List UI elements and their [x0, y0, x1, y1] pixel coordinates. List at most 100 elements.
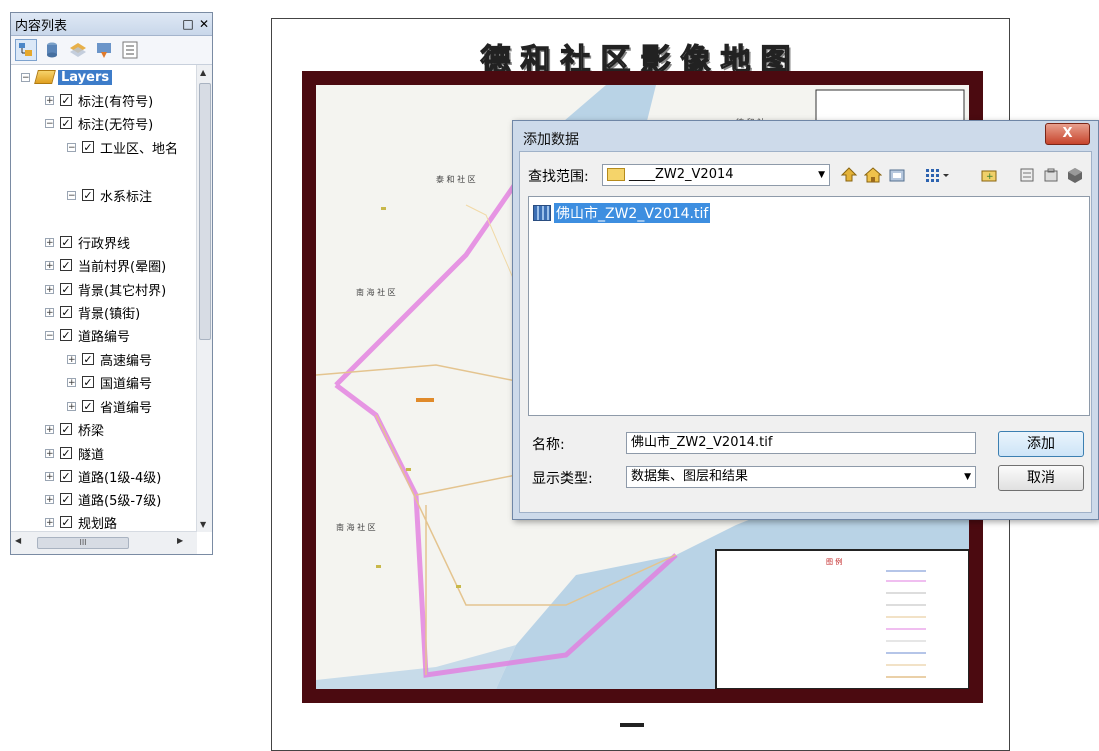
- tree-item[interactable]: + ✓ 隧道: [45, 443, 104, 463]
- toolbox-icon[interactable]: [1042, 166, 1060, 184]
- new-folder-icon[interactable]: +: [980, 166, 998, 184]
- scroll-down-icon[interactable]: ▼: [200, 520, 206, 529]
- expand-icon[interactable]: +: [45, 95, 54, 105]
- layer-label: 工业区、地名: [100, 141, 179, 157]
- layer-label: 标注(有符号): [78, 94, 154, 110]
- look-in-combo[interactable]: ____ZW2_V2014 ▼: [602, 164, 830, 186]
- show-of-type-label: 显示类型:: [532, 471, 593, 487]
- expand-icon[interactable]: +: [67, 401, 76, 411]
- layer-label: 水系标注: [100, 189, 153, 205]
- svg-text:+: +: [986, 172, 994, 182]
- visibility-checkbox[interactable]: ✓: [60, 423, 72, 435]
- connect-folder-icon[interactable]: [888, 166, 906, 184]
- visibility-checkbox[interactable]: ✓: [60, 516, 72, 528]
- tree-item[interactable]: + ✓ 桥梁: [45, 419, 104, 439]
- list-by-selection-icon[interactable]: [93, 39, 115, 61]
- visibility-checkbox[interactable]: ✓: [60, 329, 72, 341]
- expand-icon[interactable]: +: [45, 260, 54, 270]
- list-by-drawing-order-icon[interactable]: [15, 39, 37, 61]
- place-label: 南 海 社 区: [356, 287, 396, 297]
- tree-item[interactable]: − ✓ 水系标注: [67, 185, 152, 205]
- scale-bar: [620, 723, 644, 727]
- look-in-label: 查找范围:: [528, 169, 589, 185]
- visibility-checkbox[interactable]: ✓: [82, 376, 94, 388]
- add-data-dialog: 添加数据 X 查找范围: ____ZW2_V2014 ▼ + 佛山市_ZW2_V…: [512, 120, 1099, 520]
- visibility-checkbox[interactable]: ✓: [60, 117, 72, 129]
- name-input[interactable]: 佛山市_ZW2_V2014.tif: [626, 432, 976, 454]
- details-view-icon[interactable]: [1018, 166, 1036, 184]
- visibility-checkbox[interactable]: ✓: [60, 306, 72, 318]
- up-one-level-icon[interactable]: [840, 166, 858, 184]
- tree-item[interactable]: + ✓ 道路(1级-4级): [45, 466, 161, 486]
- vertical-scrollbar[interactable]: ▲ ▼: [196, 65, 212, 532]
- visibility-checkbox[interactable]: ✓: [82, 400, 94, 412]
- collapse-icon[interactable]: −: [67, 142, 76, 152]
- tree-item[interactable]: + ✓ 规划路: [45, 512, 117, 532]
- list-by-source-icon[interactable]: [41, 39, 63, 61]
- poi-marker: [416, 398, 434, 402]
- expand-icon[interactable]: +: [45, 284, 54, 294]
- visibility-checkbox[interactable]: ✓: [60, 94, 72, 106]
- expand-icon[interactable]: +: [45, 517, 54, 527]
- list-by-visibility-icon[interactable]: [67, 39, 89, 61]
- tree-root-layers[interactable]: − Layers: [21, 67, 113, 87]
- tree-item[interactable]: + ✓ 省道编号: [67, 396, 152, 416]
- tree-item[interactable]: + ✓ 行政界线: [45, 232, 130, 252]
- close-icon[interactable]: ✕: [196, 17, 212, 31]
- layer-label: 桥梁: [78, 423, 105, 439]
- tree-item[interactable]: + ✓ 标注(有符号): [45, 90, 153, 110]
- expand-icon[interactable]: +: [67, 377, 76, 387]
- visibility-checkbox[interactable]: ✓: [60, 283, 72, 295]
- visibility-checkbox[interactable]: ✓: [82, 353, 94, 365]
- scroll-right-icon[interactable]: ▶: [177, 536, 183, 545]
- expand-icon[interactable]: +: [67, 354, 76, 364]
- tree-item[interactable]: + ✓ 高速编号: [67, 349, 152, 369]
- home-icon[interactable]: [863, 166, 883, 184]
- scroll-left-icon[interactable]: ◀: [15, 536, 21, 545]
- folder-icon: [607, 168, 625, 181]
- name-label: 名称:: [532, 437, 565, 453]
- visibility-checkbox[interactable]: ✓: [60, 470, 72, 482]
- scrollbar-thumb[interactable]: [199, 83, 211, 340]
- cancel-button[interactable]: 取消: [998, 465, 1084, 491]
- visibility-checkbox[interactable]: ✓: [60, 236, 72, 248]
- tree-item[interactable]: + ✓ 背景(其它村界): [45, 279, 166, 299]
- expand-icon[interactable]: +: [45, 237, 54, 247]
- horizontal-scrollbar[interactable]: ◀ III ▶: [11, 531, 197, 554]
- tree-item[interactable]: + ✓ 国道编号: [67, 372, 152, 392]
- scrollbar-thumb[interactable]: III: [37, 537, 129, 549]
- tree-item[interactable]: − ✓ 道路编号: [45, 325, 130, 345]
- tree-item[interactable]: + ✓ 当前村界(晕圈): [45, 255, 166, 275]
- scroll-up-icon[interactable]: ▲: [200, 68, 206, 77]
- catalog-icon[interactable]: [1066, 166, 1084, 184]
- collapse-icon[interactable]: −: [21, 72, 30, 82]
- tree-item[interactable]: − ✓ 标注(无符号): [45, 113, 153, 133]
- expand-icon[interactable]: +: [45, 448, 54, 458]
- show-of-type-select[interactable]: 数据集、图层和结果 ▼: [626, 466, 976, 488]
- collapse-icon[interactable]: −: [45, 330, 54, 340]
- tree-item[interactable]: − ✓ 工业区、地名: [67, 137, 178, 157]
- tree-item[interactable]: + ✓ 道路(5级-7级): [45, 489, 161, 509]
- pin-icon[interactable]: □: [180, 17, 196, 31]
- visibility-checkbox[interactable]: ✓: [60, 493, 72, 505]
- dialog-close-button[interactable]: X: [1045, 123, 1090, 145]
- layers-label: Layers: [58, 69, 113, 85]
- visibility-checkbox[interactable]: ✓: [82, 189, 94, 201]
- options-icon[interactable]: [119, 39, 141, 61]
- visibility-checkbox[interactable]: ✓: [82, 141, 94, 153]
- add-button[interactable]: 添加: [998, 431, 1084, 457]
- chevron-down-icon: ▼: [964, 472, 971, 482]
- visibility-checkbox[interactable]: ✓: [60, 447, 72, 459]
- table-of-contents-panel: 内容列表 □ ✕ − Layers + ✓ 标注(有符号) − ✓ 标注(无符号) − ✓…: [10, 12, 213, 555]
- expand-icon[interactable]: +: [45, 471, 54, 481]
- expand-icon[interactable]: +: [45, 494, 54, 504]
- collapse-icon[interactable]: −: [67, 190, 76, 200]
- file-list[interactable]: 佛山市_ZW2_V2014.tif: [528, 196, 1090, 416]
- collapse-icon[interactable]: −: [45, 118, 54, 128]
- list-item[interactable]: 佛山市_ZW2_V2014.tif: [533, 203, 711, 223]
- expand-icon[interactable]: +: [45, 424, 54, 434]
- view-grid-icon[interactable]: [924, 166, 949, 184]
- expand-icon[interactable]: +: [45, 307, 54, 317]
- tree-item[interactable]: + ✓ 背景(镇街): [45, 302, 140, 322]
- visibility-checkbox[interactable]: ✓: [60, 259, 72, 271]
